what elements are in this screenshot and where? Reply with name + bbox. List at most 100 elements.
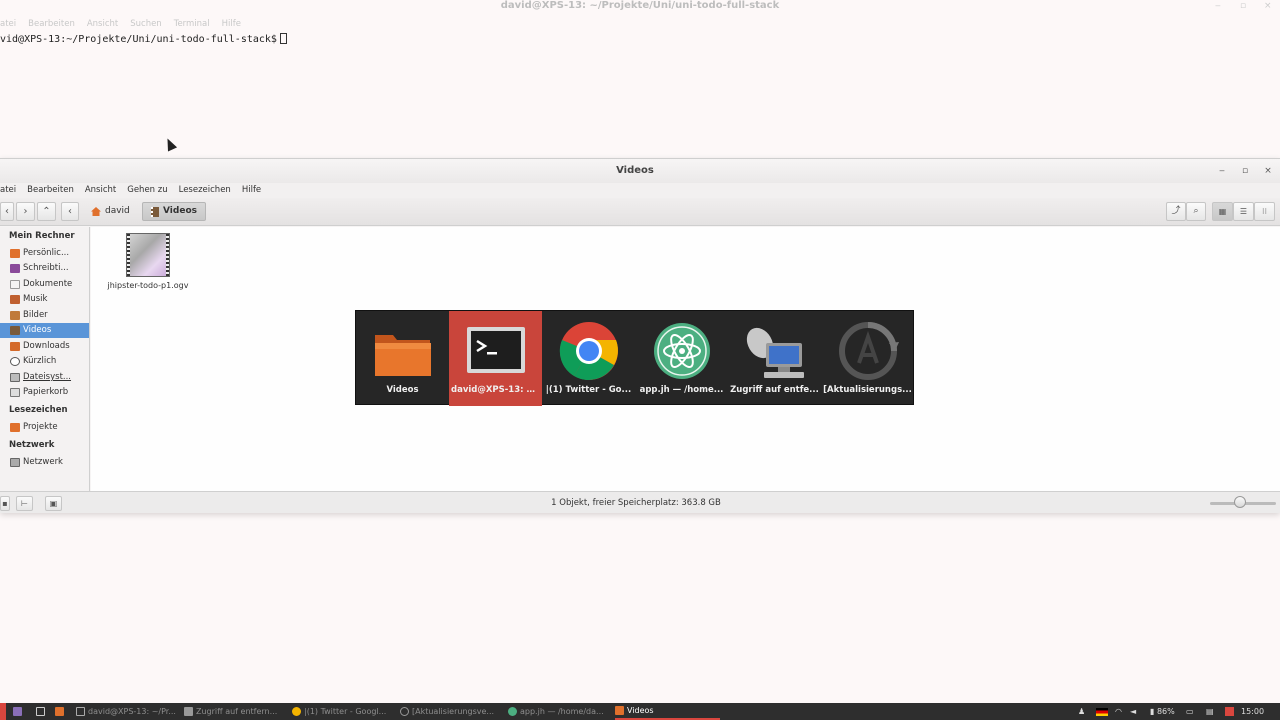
- search-button[interactable]: ⌕: [1186, 202, 1206, 221]
- sidebar-item-label: Schreibti...: [23, 263, 69, 273]
- sidebar-item-videos[interactable]: Videos: [0, 323, 89, 338]
- sidebar-item-network[interactable]: Netzwerk: [0, 455, 89, 470]
- user-icon[interactable]: ♟: [1078, 703, 1085, 720]
- music-folder-icon: [10, 295, 20, 304]
- file-name[interactable]: jhipster-todo-p1.ogv: [101, 281, 195, 290]
- list-view-button[interactable]: ☰: [1233, 202, 1254, 221]
- menu-go[interactable]: Gehen zu: [127, 183, 167, 198]
- battery-indicator[interactable]: ▮ 86%: [1150, 703, 1175, 720]
- sidebar-heading-bookmarks: Lesezeichen: [9, 405, 68, 415]
- status-bar: ▪ ⊢ ▣ 1 Objekt, freier Speicherplatz: 36…: [0, 491, 1280, 513]
- terminal-window[interactable]: david@XPS-13: ~/Projekte/Uni/uni-todo-fu…: [0, 0, 1280, 160]
- taskbar-window-videos[interactable]: Videos: [615, 703, 720, 720]
- terminal-menu-terminal[interactable]: Terminal: [174, 19, 210, 31]
- sidebar-item-home[interactable]: Persönlic...: [0, 246, 89, 261]
- notifications-icon[interactable]: ▤: [1206, 703, 1214, 720]
- taskbar: david@XPS-13: ~/Pr... Zugriff auf entfer…: [0, 703, 1280, 720]
- terminal-menu-help[interactable]: Hilfe: [222, 19, 241, 31]
- documents-icon: [10, 280, 20, 289]
- menu-file[interactable]: atei: [0, 183, 16, 198]
- sidebar-item-trash[interactable]: Papierkorb: [0, 385, 89, 400]
- breadcrumb-videos[interactable]: Videos: [142, 202, 206, 221]
- terminal-menu-edit[interactable]: Bearbeiten: [28, 19, 75, 31]
- show-desktop-button[interactable]: [13, 703, 22, 720]
- video-folder-icon: [151, 206, 159, 217]
- switcher-item-chrome[interactable]: |(1) Twitter - Go...: [542, 311, 635, 406]
- maximize-button[interactable]: ▫: [1238, 164, 1252, 178]
- terminal-menu-search[interactable]: Suchen: [130, 19, 161, 31]
- taskbar-window-remote[interactable]: Zugriff auf entfern...: [184, 703, 288, 720]
- toggle-location-button[interactable]: ⤴: [1166, 202, 1186, 221]
- sidebar-item-pictures[interactable]: Bilder: [0, 308, 89, 323]
- menu-button[interactable]: [0, 703, 6, 720]
- sidebar-item-downloads[interactable]: Downloads: [0, 339, 89, 354]
- compact-view-button[interactable]: ⁝⁝: [1254, 202, 1275, 221]
- forward-button[interactable]: ›: [16, 202, 35, 221]
- launcher-terminal[interactable]: [36, 703, 45, 720]
- pictures-folder-icon: [10, 311, 20, 320]
- grid-icon: ▦: [1218, 207, 1227, 216]
- sidebar-item-desktop[interactable]: Schreibti...: [0, 261, 89, 276]
- icon-view-button[interactable]: ▦: [1212, 202, 1233, 221]
- terminal-maximize-button[interactable]: ▫: [1240, 1, 1246, 11]
- terminal-menu-file[interactable]: atei: [0, 19, 16, 31]
- sidebar-item-documents[interactable]: Dokumente: [0, 277, 89, 292]
- taskbar-window-chrome[interactable]: |(1) Twitter - Googl...: [292, 703, 396, 720]
- sidebar-item-label: Downloads: [23, 341, 70, 351]
- sidebar-item-recent[interactable]: Kürzlich: [0, 354, 89, 369]
- switcher-item-label: Videos: [386, 385, 419, 395]
- terminal-minimize-button[interactable]: ‒: [1215, 1, 1221, 11]
- menu-edit[interactable]: Bearbeiten: [27, 183, 74, 198]
- switcher-item-atom[interactable]: app.jh — /home...: [635, 311, 728, 406]
- menu-view[interactable]: Ansicht: [85, 183, 116, 198]
- terminal-prompt[interactable]: vid@XPS-13:~/Projekte/Uni/uni-todo-full-…: [0, 33, 287, 45]
- taskbar-window-terminal[interactable]: david@XPS-13: ~/Pr...: [76, 703, 181, 720]
- breadcrumb-videos-label: Videos: [163, 206, 197, 216]
- breadcrumb-david-label: david: [105, 206, 130, 216]
- zoom-slider-handle[interactable]: [1233, 496, 1246, 508]
- video-file-thumbnail-icon[interactable]: [126, 233, 170, 277]
- switcher-item-update[interactable]: [Aktualisierungs...: [821, 311, 914, 406]
- volume-icon[interactable]: ◄: [1130, 703, 1136, 720]
- keyboard-layout-flag-icon[interactable]: [1096, 708, 1108, 716]
- sidebar-item-label: Persönlic...: [23, 248, 70, 258]
- sidebar-item-label: Bilder: [23, 310, 48, 320]
- minimize-button[interactable]: ‒: [1215, 164, 1229, 178]
- sidebar-item-music[interactable]: Musik: [0, 292, 89, 307]
- breadcrumb-left-button[interactable]: ‹: [61, 202, 79, 221]
- clock[interactable]: 15:00: [1241, 703, 1264, 720]
- terminal-icon: [76, 707, 85, 716]
- menu-help[interactable]: Hilfe: [242, 183, 261, 198]
- update-manager-icon: [839, 322, 899, 380]
- menu-bookmarks[interactable]: Lesezeichen: [179, 183, 231, 198]
- battery-percent: 86%: [1156, 707, 1175, 716]
- atom-icon: [654, 323, 710, 379]
- taskbar-window-atom[interactable]: app.jh — /home/da...: [508, 703, 612, 720]
- sidebar-item-projekte[interactable]: Projekte: [0, 420, 89, 435]
- terminal-title: david@XPS-13: ~/Projekte/Uni/uni-todo-fu…: [500, 0, 780, 11]
- terminal-menubar: atei Bearbeiten Ansicht Suchen Terminal …: [0, 19, 241, 31]
- back-button[interactable]: ‹: [0, 202, 14, 221]
- up-button[interactable]: ⌃: [37, 202, 56, 221]
- update-notifier-icon[interactable]: [1225, 707, 1234, 716]
- screenshot-icon[interactable]: ▭: [1186, 703, 1194, 720]
- switcher-item-videos[interactable]: Videos: [356, 311, 449, 406]
- close-button[interactable]: ×: [1261, 164, 1275, 178]
- terminal-menu-view[interactable]: Ansicht: [87, 19, 118, 31]
- launcher-files[interactable]: [55, 703, 64, 720]
- wifi-icon[interactable]: ◠: [1115, 703, 1122, 720]
- taskbar-window-label: Zugriff auf entfern...: [196, 707, 278, 716]
- taskbar-window-update[interactable]: [Aktualisierungsve...: [400, 703, 504, 720]
- switcher-item-terminal[interactable]: david@XPS-13: ~...: [449, 311, 542, 406]
- sidebar-item-filesystem[interactable]: Dateisyst...: [0, 370, 89, 385]
- desktop-icon: [13, 707, 22, 716]
- clock-icon: [10, 357, 20, 366]
- list-icon: ☰: [1239, 207, 1248, 216]
- sidebar-item-label: Netzwerk: [23, 457, 63, 467]
- switcher-item-remote[interactable]: Zugriff auf entfe...: [728, 311, 821, 406]
- breadcrumb-david[interactable]: david: [83, 202, 138, 221]
- sidebar: Mein Rechner Persönlic... Schreibti... D…: [0, 227, 90, 491]
- file-manager-titlebar[interactable]: Videos ‒ ▫ ×: [0, 159, 1280, 183]
- window-title: Videos: [616, 165, 654, 176]
- terminal-close-button[interactable]: ×: [1264, 1, 1272, 11]
